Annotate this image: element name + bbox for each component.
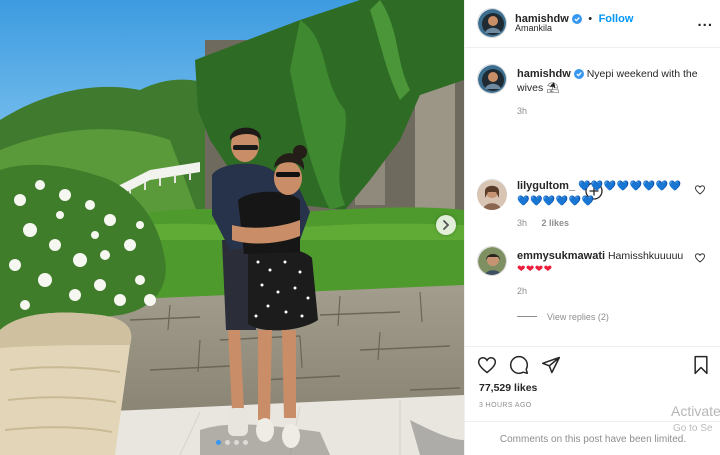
like-comment-heart-icon[interactable] [695,253,705,263]
comment-likes[interactable]: 2 likes [542,218,570,228]
caption: hamishdw Nyepi weekend with the wives ⛱ [517,67,711,95]
activate-watermark: Activate [671,403,720,419]
comment: lilygultom_ 💙💙💙💙💙💙💙💙💙💙💙💙💙💙 [517,179,687,209]
comment-username[interactable]: lilygultom_ [517,180,575,192]
caption-emoji: ⛱ [546,82,560,94]
like-comment-heart-icon[interactable] [695,185,705,195]
caption-username[interactable]: hamishdw [517,68,571,80]
comment-time: 2h [517,286,528,296]
post-sidebar: hamishdw • Follow Amankila ... hamishdw … [464,0,720,455]
avatar-image [478,9,506,37]
post-location[interactable]: Amankila [515,23,552,33]
post-header: hamishdw • Follow Amankila ... [465,0,720,48]
comment-text: Hamisshkuuuuu [607,250,684,262]
view-replies-button[interactable]: View replies (2) [517,312,609,322]
comment-avatar-image[interactable] [477,180,507,210]
carousel-dots [0,440,464,445]
avatar-photo [478,247,506,275]
more-options-button[interactable]: ... [697,13,713,30]
comment-avatar[interactable] [477,246,507,276]
separator-dot: • [588,13,593,25]
verified-badge-icon [571,14,582,24]
comment-hearts: ❤❤❤❤ [517,264,553,275]
save-bookmark-icon[interactable] [691,355,711,375]
carousel-dot [234,440,239,445]
avatar[interactable] [477,8,507,38]
carousel-dot [225,440,230,445]
post-actions: 77,529 likes 3 HOURS AGO Activate Go to … [465,346,720,455]
carousel-dot [216,440,221,445]
like-heart-icon[interactable] [477,355,497,375]
carousel-dot [243,440,248,445]
replies-line [517,316,537,317]
comments-section[interactable]: hamishdw Nyepi weekend with the wives ⛱ … [465,48,720,346]
view-replies-label: View replies (2) [547,312,609,322]
follow-button[interactable]: Follow [599,13,634,25]
comment-meta: 3h 2 likes [517,218,569,228]
share-paper-plane-icon[interactable] [541,355,561,375]
comment-icon[interactable] [509,355,529,375]
caption-time: 3h [517,106,528,116]
comment-time: 3h [517,218,528,228]
next-photo-button[interactable] [436,215,456,235]
post-timestamp: 3 HOURS AGO [479,402,532,409]
caption-avatar[interactable] [477,64,507,94]
avatar-photo [477,180,507,210]
photo-scene [0,0,464,455]
post-photo[interactable] [0,0,464,455]
comment: emmysukmawati Hamisshkuuuuu ❤❤❤❤ [517,249,692,277]
verified-badge-icon [573,69,584,79]
chevron-right-icon [443,220,450,230]
comment-username[interactable]: emmysukmawati [517,250,605,262]
avatar-image [478,65,506,93]
comments-limited-notice: Comments on this post have been limited. [465,421,720,455]
likes-count[interactable]: 77,529 likes [479,382,537,394]
